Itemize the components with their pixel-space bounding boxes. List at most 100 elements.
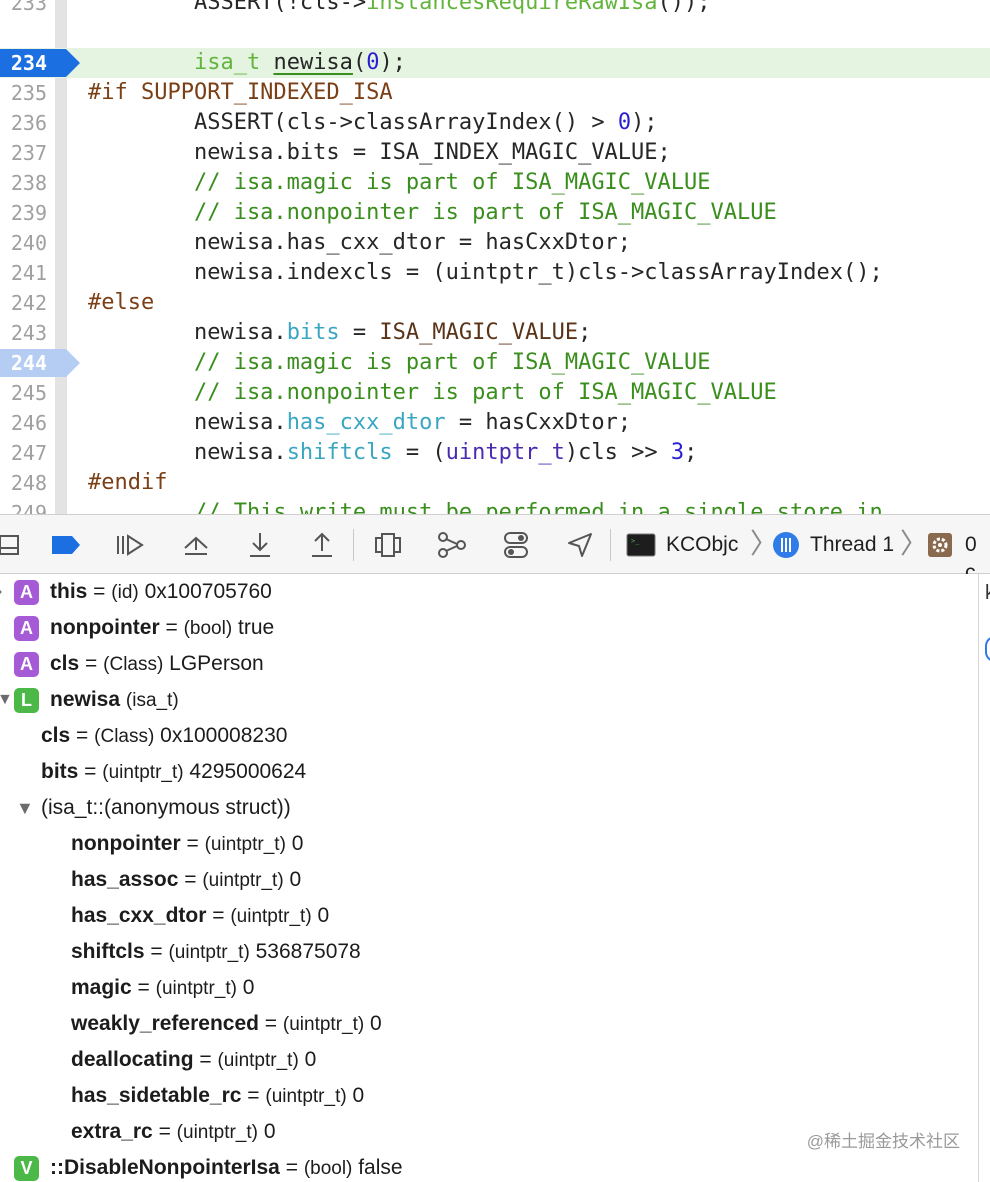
variable-type: (uintptr_t) — [230, 906, 312, 927]
variable-row[interactable]: has_assoc = (uintptr_t) 0 — [0, 862, 978, 898]
line-number: 235 — [10, 81, 47, 105]
code-text[interactable]: #endif — [88, 468, 167, 498]
code-token: #if SUPPORT_INDEXED_ISA — [88, 80, 393, 105]
variable-name: deallocating — [71, 1048, 194, 1071]
toggle-debug-area-icon[interactable] — [0, 529, 26, 561]
variable-separator: = — [70, 724, 95, 747]
code-line[interactable]: 249 // This write must be performed in a… — [0, 498, 990, 514]
variable-row[interactable]: bits = (uintptr_t) 4295000624 — [0, 754, 978, 790]
code-line[interactable]: 242 #else — [0, 288, 990, 318]
code-text[interactable]: #else — [88, 288, 154, 318]
code-line[interactable]: 239 // isa.nonpointer is part of ISA_MAG… — [0, 198, 990, 228]
code-line[interactable] — [0, 18, 990, 48]
code-line[interactable]: 233 ASSERT(!cls->instancesRequireRawIsa(… — [0, 0, 990, 18]
stack-frame-gear-icon — [926, 529, 954, 561]
code-text[interactable]: // This write must be performed in a sin… — [88, 498, 883, 514]
variable-separator: = — [152, 1120, 177, 1143]
code-line[interactable]: 238 // isa.magic is part of ISA_MAGIC_VA… — [0, 168, 990, 198]
code-token: has_cxx_dtor — [286, 410, 446, 435]
line-number: 241 — [10, 261, 47, 285]
code-text[interactable]: ASSERT(!cls->instancesRequireRawIsa()); — [88, 0, 711, 18]
continue-icon[interactable] — [114, 529, 146, 561]
variable-name: shiftcls — [71, 940, 145, 963]
variable-row[interactable]: Anonpointer = (bool) true — [0, 610, 978, 646]
code-line[interactable]: 245 // isa.nonpointer is part of ISA_MAG… — [0, 378, 990, 408]
disclosure-triangle-icon[interactable]: ▼ — [0, 682, 13, 718]
code-line[interactable]: 240 newisa.has_cxx_dtor = hasCxxDtor; — [0, 228, 990, 258]
breadcrumb-thread[interactable]: Thread 1 — [810, 531, 894, 559]
code-line[interactable]: 244 // isa.magic is part of ISA_MAGIC_VA… — [0, 348, 990, 378]
variable-row[interactable]: ▼ Lnewisa (isa_t) — [0, 682, 978, 718]
code-token: ); — [631, 110, 658, 135]
breakpoint-active-marker[interactable]: 234 — [0, 49, 80, 77]
variable-row[interactable]: cls = (Class) 0x100008230 — [0, 718, 978, 754]
environment-overrides-icon[interactable] — [500, 529, 532, 561]
code-text[interactable]: newisa.bits = ISA_MAGIC_VALUE; — [88, 318, 591, 348]
variable-row[interactable]: Acls = (Class) LGPerson — [0, 646, 978, 682]
code-text[interactable]: newisa.has_cxx_dtor = hasCxxDtor; — [88, 408, 631, 438]
variable-separator: = — [206, 904, 231, 927]
variable-row[interactable]: has_sidetable_rc = (uintptr_t) 0 — [0, 1078, 978, 1114]
variable-text: has_assoc = (uintptr_t) 0 — [71, 862, 301, 899]
variable-type: (uintptr_t) — [168, 942, 250, 963]
step-over-icon[interactable] — [180, 529, 212, 561]
code-line[interactable]: 236 ASSERT(cls->classArrayIndex() > 0); — [0, 108, 990, 138]
code-line[interactable]: 241 newisa.indexcls = (uintptr_t)cls->cl… — [0, 258, 990, 288]
code-text[interactable]: // isa.magic is part of ISA_MAGIC_VALUE — [88, 348, 711, 378]
breakpoint-inactive-marker[interactable]: 244 — [0, 349, 80, 377]
variable-row[interactable]: V::DisableNonpointerIsa = (bool) false — [0, 1150, 978, 1182]
code-token: = hasCxxDtor; — [445, 410, 632, 435]
variable-text: nonpointer = (uintptr_t) 0 — [71, 826, 303, 863]
console-pane[interactable]: k — [978, 574, 990, 1182]
line-number: 237 — [10, 141, 47, 165]
code-text[interactable]: ASSERT(cls->classArrayIndex() > 0); — [88, 108, 658, 138]
code-text[interactable]: // isa.nonpointer is part of ISA_MAGIC_V… — [88, 198, 777, 228]
code-line[interactable]: 247 newisa.shiftcls = (uintptr_t)cls >> … — [0, 438, 990, 468]
variable-row[interactable]: shiftcls = (uintptr_t) 536875078 — [0, 934, 978, 970]
line-number: 240 — [10, 231, 47, 255]
variable-type: (bool) — [303, 1158, 353, 1179]
variable-row[interactable]: magic = (uintptr_t) 0 — [0, 970, 978, 1006]
variable-row[interactable]: deallocating = (uintptr_t) 0 — [0, 1042, 978, 1078]
code-text[interactable]: // isa.magic is part of ISA_MAGIC_VALUE — [88, 168, 711, 198]
memory-graph-icon[interactable] — [436, 529, 468, 561]
code-text[interactable]: #if SUPPORT_INDEXED_ISA — [88, 78, 393, 108]
step-into-icon[interactable] — [244, 529, 276, 561]
code-line[interactable]: 237 newisa.bits = ISA_INDEX_MAGIC_VALUE; — [0, 138, 990, 168]
code-line[interactable]: 248 #endif — [0, 468, 990, 498]
line-number: 245 — [10, 381, 47, 405]
code-line[interactable]: 243 newisa.bits = ISA_MAGIC_VALUE; — [0, 318, 990, 348]
code-text[interactable]: newisa.bits = ISA_INDEX_MAGIC_VALUE; — [88, 138, 671, 168]
code-line[interactable]: 234 isa_t newisa(0); — [0, 48, 990, 78]
variable-separator: = — [180, 832, 205, 855]
code-line[interactable]: 246 newisa.has_cxx_dtor = hasCxxDtor; — [0, 408, 990, 438]
variable-row[interactable]: has_cxx_dtor = (uintptr_t) 0 — [0, 898, 978, 934]
view-hierarchy-icon[interactable] — [372, 529, 404, 561]
code-token: 0 — [617, 110, 632, 135]
step-out-icon[interactable] — [306, 529, 338, 561]
source-editor[interactable]: 233 ASSERT(!cls->instancesRequireRawIsa(… — [0, 0, 990, 514]
variables-view[interactable]: ›Athis = (id) 0x100705760Anonpointer = (… — [0, 574, 978, 1182]
disclosure-triangle-icon[interactable]: › — [0, 574, 2, 610]
code-text[interactable]: // isa.nonpointer is part of ISA_MAGIC_V… — [88, 378, 777, 408]
argument-badge-icon: A — [14, 652, 39, 677]
simulate-location-icon[interactable] — [564, 529, 596, 561]
code-text[interactable]: newisa.indexcls = (uintptr_t)cls->classA… — [88, 258, 883, 288]
variable-name: weakly_referenced — [71, 1012, 259, 1035]
variable-row[interactable]: ▼ (isa_t::(anonymous struct)) — [0, 790, 978, 826]
breadcrumb-target[interactable]: KCObjc — [666, 531, 738, 559]
disclosure-triangle-icon[interactable]: ▼ — [16, 790, 34, 826]
code-text[interactable]: newisa.shiftcls = (uintptr_t)cls >> 3; — [88, 438, 697, 468]
variable-value: 0x100705760 — [138, 580, 272, 603]
variable-row[interactable]: › Athis = (id) 0x100705760 — [0, 574, 978, 610]
code-token: = ( — [392, 440, 446, 465]
code-text[interactable]: isa_t newisa(0); — [88, 48, 406, 78]
variable-row[interactable]: weakly_referenced = (uintptr_t) 0 — [0, 1006, 978, 1042]
breakpoints-toggle-icon[interactable] — [50, 529, 82, 561]
line-number: 236 — [10, 111, 47, 135]
code-line[interactable]: 235 #if SUPPORT_INDEXED_ISA — [0, 78, 990, 108]
code-text[interactable]: newisa.has_cxx_dtor = hasCxxDtor; — [88, 228, 631, 258]
variable-row[interactable]: nonpointer = (uintptr_t) 0 — [0, 826, 978, 862]
